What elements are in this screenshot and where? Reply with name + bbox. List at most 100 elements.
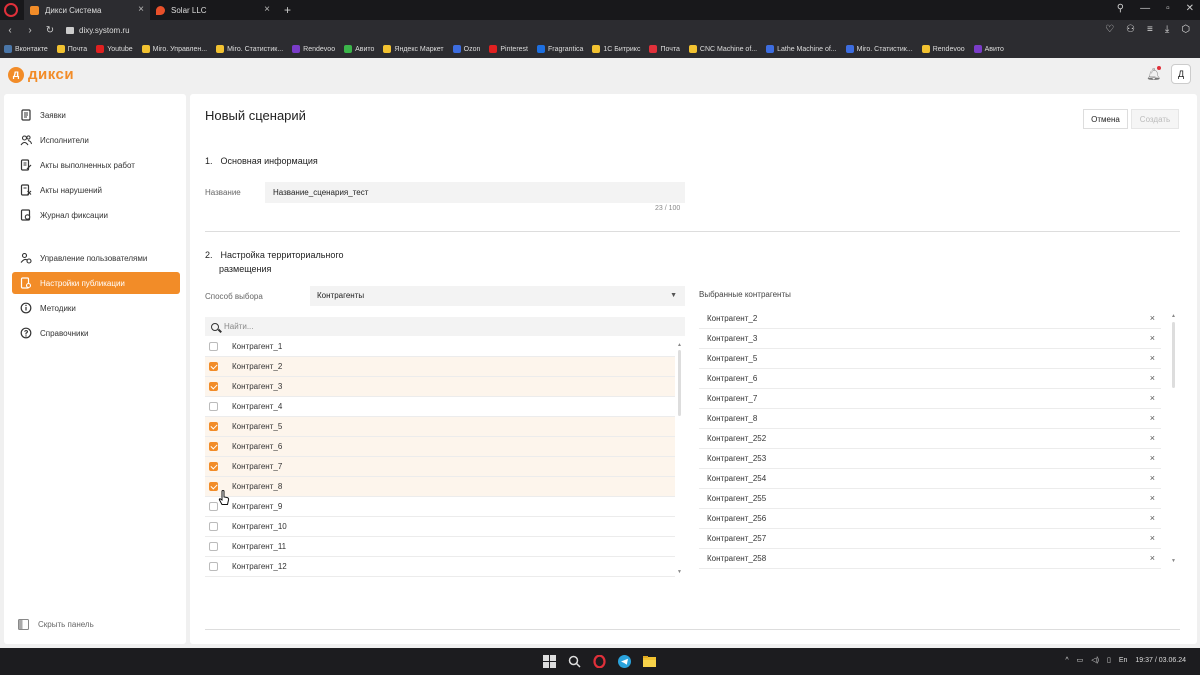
remove-icon[interactable]: × — [1150, 473, 1155, 483]
file-explorer-icon[interactable] — [643, 655, 656, 668]
contractor-checkbox[interactable] — [209, 422, 218, 431]
bookmark-item[interactable]: Miro. Статистик... — [845, 45, 913, 53]
remove-icon[interactable]: × — [1150, 353, 1155, 363]
sidebar-item-executors[interactable]: Исполнители — [12, 129, 180, 151]
sidebar-item-violation-acts[interactable]: Акты нарушений — [12, 179, 180, 201]
bookmark-item[interactable]: 1С Битрикс — [592, 45, 640, 53]
contractor-row[interactable]: Контрагент_11 — [205, 537, 675, 557]
bookmark-item[interactable]: Miro. Управлен... — [141, 45, 207, 53]
download-icon[interactable]: ⤓ — [1165, 24, 1169, 35]
opera-taskbar-icon[interactable] — [593, 655, 606, 668]
contractor-search[interactable]: Найти... — [205, 317, 685, 336]
minimize-icon[interactable]: — — [1140, 3, 1150, 14]
clock[interactable]: 19:37 / 03.06.24 — [1135, 657, 1186, 664]
sidebar-item-publication-settings[interactable]: Настройки публикации — [12, 272, 180, 294]
bookmark-item[interactable]: Pinterest — [489, 45, 528, 53]
bookmark-item[interactable]: Авито — [344, 45, 374, 53]
remove-icon[interactable]: × — [1150, 333, 1155, 343]
sidebar-item-fix-journal[interactable]: Журнал фиксации — [12, 204, 180, 226]
bookmark-item[interactable]: Rendevoo — [921, 45, 965, 53]
contractor-row[interactable]: Контрагент_1 — [205, 337, 675, 357]
heart-icon[interactable]: ♡ — [1105, 24, 1114, 35]
remove-icon[interactable]: × — [1150, 513, 1155, 523]
back-icon[interactable]: ‹ — [0, 25, 20, 36]
contractor-checkbox[interactable] — [209, 382, 218, 391]
sidebar-item-requests[interactable]: Заявки — [12, 104, 180, 126]
contractor-row[interactable]: Контрагент_9 — [205, 497, 675, 517]
reload-icon[interactable]: ↻ — [40, 25, 60, 36]
contractor-checkbox[interactable] — [209, 442, 218, 451]
sidebar-item-user-management[interactable]: Управление пользователями — [12, 247, 180, 269]
contractor-checkbox[interactable] — [209, 522, 218, 531]
scroll-up-icon[interactable]: ▲ — [677, 342, 682, 348]
create-button[interactable]: Создать — [1131, 109, 1179, 129]
remove-icon[interactable]: × — [1150, 453, 1155, 463]
bookmark-item[interactable]: CNC Machine of... — [688, 45, 757, 53]
remove-icon[interactable]: × — [1150, 433, 1155, 443]
list-scrollbar[interactable] — [678, 350, 681, 416]
contractor-checkbox[interactable] — [209, 542, 218, 551]
bookmark-item[interactable]: Lathe Machine of... — [766, 45, 837, 53]
dixy-logo[interactable]: д дикси — [8, 66, 74, 83]
bookmark-item[interactable]: Youtube — [96, 45, 133, 53]
remove-icon[interactable]: × — [1150, 493, 1155, 503]
monitor-icon[interactable]: ▭ — [1077, 656, 1084, 664]
selected-scrollbar[interactable] — [1172, 322, 1175, 388]
browser-tab-active[interactable]: Дикси Система × — [24, 0, 150, 20]
contractor-checkbox[interactable] — [209, 402, 218, 411]
sidebar-item-work-acts[interactable]: Акты выполненных работ — [12, 154, 180, 176]
search-icon[interactable] — [568, 655, 581, 668]
forward-icon[interactable]: › — [20, 25, 40, 36]
collapse-panel-button[interactable]: Скрыть панель — [18, 619, 94, 630]
remove-icon[interactable]: × — [1150, 533, 1155, 543]
search-tabs-icon[interactable]: ⚲ — [1117, 3, 1124, 14]
telegram-icon[interactable] — [618, 655, 631, 668]
scroll-down-icon[interactable]: ▼ — [677, 569, 682, 575]
contractor-checkbox[interactable] — [209, 502, 218, 511]
contractor-row[interactable]: Контрагент_3 — [205, 377, 675, 397]
url-field[interactable]: dixy.systom.ru — [79, 26, 130, 35]
close-window-icon[interactable]: ✕ — [1186, 3, 1194, 14]
contractor-row[interactable]: Контрагент_5 — [205, 417, 675, 437]
sidebar-item-references[interactable]: Справочники — [12, 322, 180, 344]
contractor-row[interactable]: Контрагент_7 — [205, 457, 675, 477]
close-tab-icon[interactable]: × — [264, 4, 270, 15]
remove-icon[interactable]: × — [1150, 413, 1155, 423]
contractor-row[interactable]: Контрагент_10 — [205, 517, 675, 537]
contractor-row[interactable]: Контрагент_2 — [205, 357, 675, 377]
chevron-up-icon[interactable]: ^ — [1065, 657, 1068, 664]
contractor-row[interactable]: Контрагент_12 — [205, 557, 675, 577]
language-indicator[interactable]: En — [1119, 657, 1128, 664]
bookmark-item[interactable]: Авито — [973, 45, 1004, 53]
remove-icon[interactable]: × — [1150, 553, 1155, 563]
settings-sliders-icon[interactable]: ≡ — [1147, 24, 1153, 35]
method-select[interactable]: Контрагенты ▼ — [310, 286, 685, 306]
bookmark-item[interactable]: Rendevoo — [292, 45, 335, 53]
scroll-up-icon[interactable]: ▲ — [1171, 313, 1176, 319]
bookmark-item[interactable]: Почта — [56, 45, 87, 53]
extensions-icon[interactable]: ⬡ — [1181, 24, 1190, 35]
remove-icon[interactable]: × — [1150, 373, 1155, 383]
contractor-checkbox[interactable] — [209, 562, 218, 571]
bookmark-item[interactable]: Вконтакте — [4, 45, 48, 53]
bookmark-item[interactable]: Почта — [649, 45, 680, 53]
bookmark-item[interactable]: Miro. Статистик... — [216, 45, 283, 53]
contractor-checkbox[interactable] — [209, 482, 218, 491]
browser-tab[interactable]: Solar LLC × — [150, 0, 276, 20]
close-tab-icon[interactable]: × — [138, 4, 144, 15]
sidebar-item-methods[interactable]: Методики — [12, 297, 180, 319]
remove-icon[interactable]: × — [1150, 313, 1155, 323]
bookmark-item[interactable]: Ozon — [452, 45, 480, 53]
new-tab-icon[interactable]: + — [284, 3, 291, 17]
contractor-row[interactable]: Контрагент_6 — [205, 437, 675, 457]
opera-logo-icon[interactable] — [4, 3, 18, 17]
scenario-name-input[interactable] — [265, 182, 685, 203]
avatar[interactable]: Д — [1171, 64, 1191, 84]
network-icon[interactable]: ▯ — [1107, 656, 1111, 664]
volume-icon[interactable]: ◁) — [1091, 656, 1099, 664]
contractor-row[interactable]: Контрагент_4 — [205, 397, 675, 417]
remove-icon[interactable]: × — [1150, 393, 1155, 403]
contractor-checkbox[interactable] — [209, 342, 218, 351]
maximize-icon[interactable]: ▫ — [1166, 3, 1170, 14]
bookmark-item[interactable]: Fragrantica — [536, 45, 583, 53]
